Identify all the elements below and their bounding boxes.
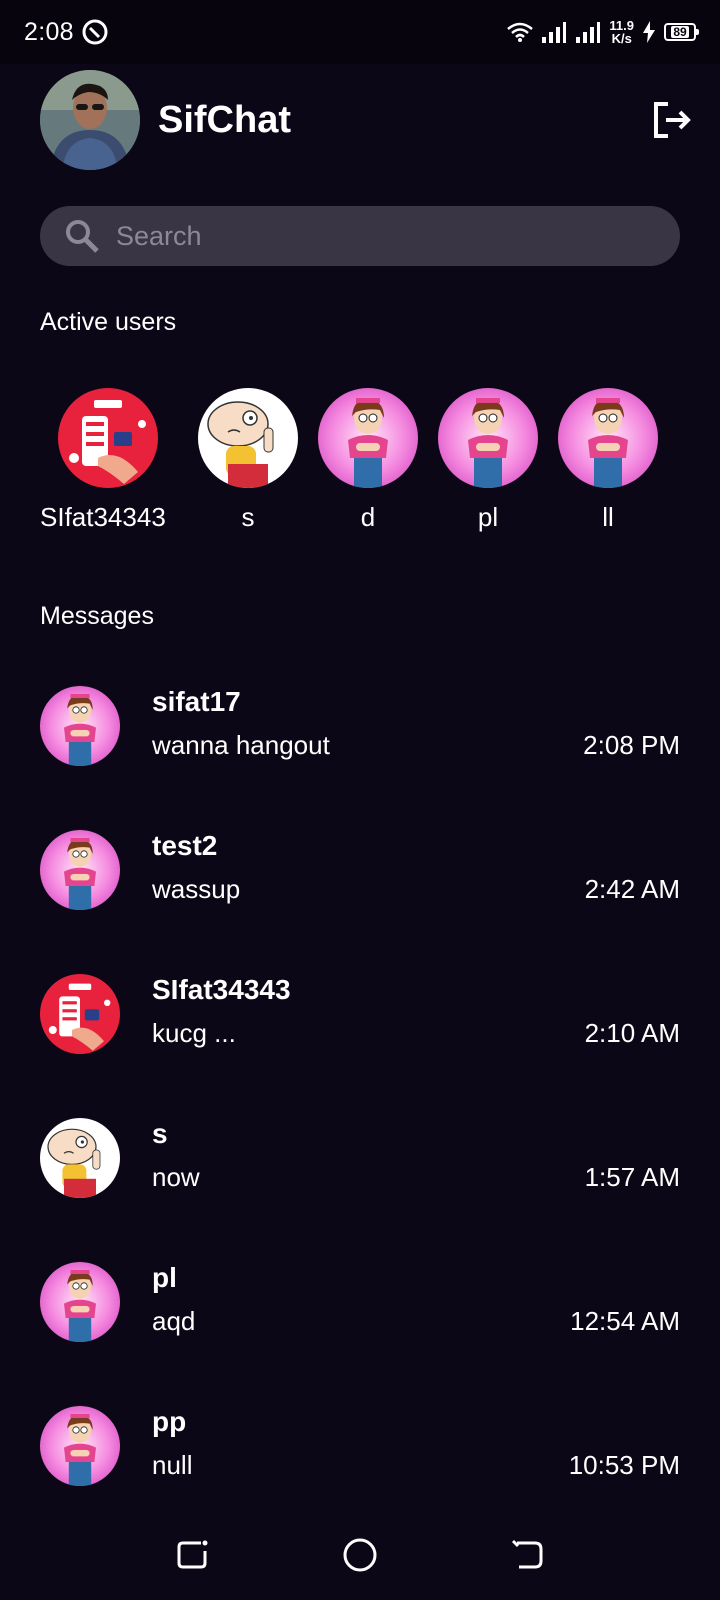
active-user[interactable]: d xyxy=(298,388,438,533)
message-user: test2 xyxy=(152,830,218,861)
meg-avatar xyxy=(40,830,120,910)
message-time: 2:42 AM xyxy=(584,874,680,904)
status-left: 2:08 xyxy=(24,18,108,47)
search-bar[interactable] xyxy=(40,206,680,266)
meg-avatar xyxy=(318,388,418,488)
status-bar: 2:08 11.9 K/s 89 xyxy=(0,0,720,64)
message-row[interactable]: s now 1:57 AM xyxy=(40,1114,680,1200)
message-user: s xyxy=(152,1118,168,1149)
meg-avatar xyxy=(438,388,538,488)
charging-icon xyxy=(642,21,656,43)
active-user[interactable]: s xyxy=(178,388,318,533)
signal-icon-2 xyxy=(575,21,601,43)
meg-avatar xyxy=(558,388,658,488)
message-text: kucg ... xyxy=(152,1018,236,1048)
message-text: now xyxy=(152,1162,200,1192)
message-row[interactable]: SIfat34343 kucg ... 2:10 AM xyxy=(40,970,680,1056)
message-text: wanna hangout xyxy=(152,730,330,760)
recents-button[interactable] xyxy=(175,1537,211,1573)
meg-avatar xyxy=(40,1406,120,1486)
message-user: sifat17 xyxy=(152,686,241,717)
message-time: 10:53 PM xyxy=(568,1450,680,1480)
app-header: SifChat xyxy=(40,70,694,170)
youtube-avatar xyxy=(58,388,158,488)
message-row[interactable]: sifat17 wanna hangout 2:08 PM xyxy=(40,682,680,768)
message-user: pl xyxy=(152,1262,177,1293)
net-speed: 11.9 K/s xyxy=(609,19,634,45)
active-user[interactable]: pl xyxy=(418,388,558,533)
system-nav-bar xyxy=(0,1510,720,1600)
active-user[interactable]: ll xyxy=(538,388,678,533)
vpn-icon xyxy=(82,19,108,45)
message-row[interactable]: test2 wassup 2:42 AM xyxy=(40,826,680,912)
active-user[interactable]: SIfat34343 xyxy=(40,388,176,533)
active-user-name: SIfat34343 xyxy=(40,502,166,532)
message-text: wassup xyxy=(152,874,241,904)
message-text: aqd xyxy=(152,1306,196,1336)
wifi-icon xyxy=(507,21,534,43)
message-time: 1:57 AM xyxy=(584,1162,680,1192)
stewie-avatar xyxy=(40,1118,120,1198)
message-user: SIfat34343 xyxy=(152,974,291,1005)
message-text: null xyxy=(152,1450,193,1480)
profile-avatar[interactable] xyxy=(40,70,140,170)
meg-avatar xyxy=(40,686,120,766)
net-speed-unit: K/s xyxy=(611,31,632,46)
app-title: SifChat xyxy=(158,98,291,141)
message-user: pp xyxy=(152,1406,187,1437)
home-button[interactable] xyxy=(342,1537,378,1573)
message-time: 2:08 PM xyxy=(583,730,680,760)
active-user-name: pl xyxy=(477,502,499,532)
active-user-name: d xyxy=(360,502,376,532)
signal-icon xyxy=(541,21,567,43)
logout-icon[interactable] xyxy=(650,98,694,142)
message-row[interactable]: pp null 10:53 PM xyxy=(40,1402,680,1488)
stewie-avatar xyxy=(198,388,298,488)
battery-icon: 89 xyxy=(664,23,699,41)
message-time: 12:54 AM xyxy=(570,1306,680,1336)
message-time: 2:10 AM xyxy=(584,1018,680,1048)
battery-level: 89 xyxy=(671,25,689,39)
search-input[interactable] xyxy=(116,220,636,252)
back-button[interactable] xyxy=(509,1537,545,1573)
meg-avatar xyxy=(40,1262,120,1342)
message-row[interactable]: pl aqd 12:54 AM xyxy=(40,1258,680,1344)
status-clock: 2:08 xyxy=(24,17,74,46)
active-user-name: ll xyxy=(602,502,614,532)
active-user-name: s xyxy=(241,502,255,532)
status-right: 11.9 K/s 89 xyxy=(507,19,699,45)
search-icon xyxy=(64,218,100,254)
messages-title: Messages xyxy=(40,602,154,630)
youtube-avatar xyxy=(40,974,120,1054)
active-users-title: Active users xyxy=(40,308,177,336)
